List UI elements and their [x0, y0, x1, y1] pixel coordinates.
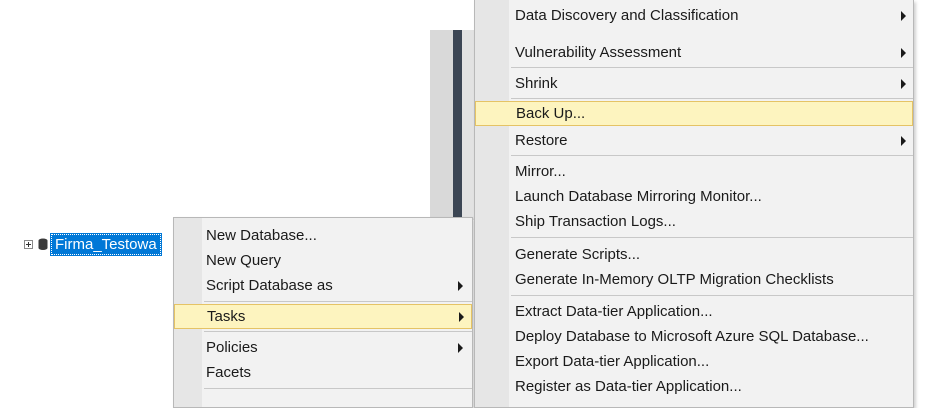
submenu-arrow-icon	[901, 78, 906, 89]
menu-item-back-up[interactable]: Back Up...	[475, 101, 913, 126]
menu-item-label: Deploy Database to Microsoft Azure SQL D…	[515, 328, 869, 345]
menu-item-label: New Query	[206, 252, 282, 269]
menu-item-label: Export Data-tier Application...	[515, 353, 710, 370]
menu-item-label: Policies	[206, 339, 258, 356]
menu-item-label: Ship Transaction Logs...	[515, 213, 676, 230]
database-context-menu: New Database... New Query Script Databas…	[173, 217, 473, 408]
menu-item-facets[interactable]: Facets	[174, 360, 472, 385]
menu-item-tasks[interactable]: Tasks	[174, 304, 472, 329]
menu-separator	[511, 295, 913, 296]
menu-item-deploy-to-azure[interactable]: Deploy Database to Microsoft Azure SQL D…	[475, 324, 913, 349]
menu-separator	[204, 301, 472, 302]
menu-item-label: Tasks	[207, 308, 246, 325]
panel-divider	[453, 30, 462, 220]
menu-separator	[204, 331, 472, 332]
menu-item-generate-oltp-checklists[interactable]: Generate In-Memory OLTP Migration Checkl…	[475, 267, 913, 292]
menu-item-label: New Database...	[206, 227, 317, 244]
menu-item-label: Restore	[515, 132, 568, 149]
menu-item-label: Register as Data-tier Application...	[515, 378, 742, 395]
menu-item-new-database[interactable]: New Database...	[174, 223, 472, 248]
panel-background	[430, 30, 453, 220]
menu-item-policies[interactable]: Policies	[174, 335, 472, 360]
tree-node-label[interactable]: Firma_Testowa	[50, 232, 162, 256]
database-icon	[38, 238, 48, 250]
menu-item-label: Mirror...	[515, 163, 566, 180]
menu-item-label: Script Database as	[206, 277, 333, 294]
tree-node-database[interactable]: Firma_Testowa	[24, 232, 162, 256]
menu-item-label: Facets	[206, 364, 252, 381]
menu-item-register-data-tier[interactable]: Register as Data-tier Application...	[475, 374, 913, 399]
menu-item-label: Generate Scripts...	[515, 246, 641, 263]
menu-item-label: Shrink	[515, 75, 558, 92]
submenu-arrow-icon	[458, 342, 463, 353]
submenu-arrow-icon	[458, 280, 463, 291]
tasks-submenu: Data Discovery and Classification Vulner…	[474, 0, 914, 408]
menu-item-label: Data Discovery and Classification	[515, 7, 739, 24]
menu-item-extract-data-tier[interactable]: Extract Data-tier Application...	[475, 299, 913, 324]
menu-item-label: Generate In-Memory OLTP Migration Checkl…	[515, 271, 834, 288]
menu-item-generate-scripts[interactable]: Generate Scripts...	[475, 242, 913, 267]
expand-plus-icon[interactable]	[24, 239, 33, 249]
menu-item-mirror[interactable]: Mirror...	[475, 159, 913, 184]
menu-item-launch-mirroring-monitor[interactable]: Launch Database Mirroring Monitor...	[475, 184, 913, 209]
menu-item-shrink[interactable]: Shrink	[475, 71, 913, 96]
menu-item-vulnerability-assessment[interactable]: Vulnerability Assessment	[475, 40, 913, 65]
menu-item-label: Back Up...	[516, 105, 586, 122]
menu-item-data-discovery[interactable]: Data Discovery and Classification	[475, 7, 913, 39]
menu-item-ship-transaction-logs[interactable]: Ship Transaction Logs...	[475, 209, 913, 234]
menu-item-restore[interactable]: Restore	[475, 128, 913, 153]
menu-item-script-database-as[interactable]: Script Database as	[174, 273, 472, 298]
menu-separator	[511, 98, 913, 99]
menu-item-label: Vulnerability Assessment	[515, 44, 682, 61]
submenu-arrow-icon	[901, 135, 906, 146]
menu-separator	[511, 237, 913, 238]
menu-item-export-data-tier[interactable]: Export Data-tier Application...	[475, 349, 913, 374]
submenu-arrow-icon	[901, 11, 906, 21]
submenu-arrow-icon	[901, 47, 906, 58]
menu-item-new-query[interactable]: New Query	[174, 248, 472, 273]
submenu-arrow-icon	[459, 311, 464, 322]
menu-item-label: Extract Data-tier Application...	[515, 303, 713, 320]
menu-separator	[511, 155, 913, 156]
menu-separator	[204, 388, 472, 389]
panel-edge	[462, 30, 474, 220]
menu-item-label: Launch Database Mirroring Monitor...	[515, 188, 762, 205]
menu-separator	[511, 67, 913, 68]
